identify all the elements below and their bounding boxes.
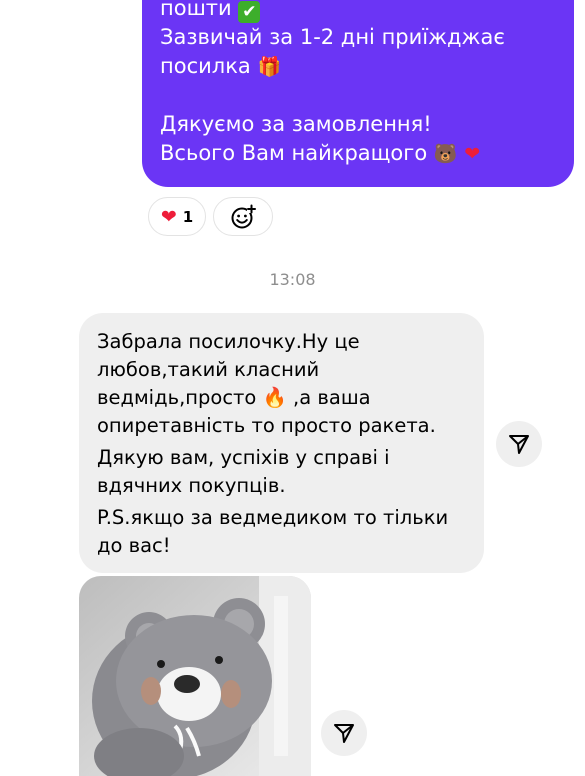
message-line: любов,такий класний bbox=[97, 358, 320, 381]
sent-message-bubble[interactable]: пошти ✔ Зазвичай за 1-2 дні приїжджає по… bbox=[142, 0, 574, 187]
message-timestamp: 13:08 bbox=[269, 270, 316, 289]
heart-reaction[interactable]: ❤ 1 bbox=[148, 197, 206, 236]
add-reaction-button[interactable] bbox=[213, 197, 273, 236]
check-emoji: ✔ bbox=[238, 1, 261, 23]
share-photo-button[interactable] bbox=[321, 710, 367, 756]
bear-emoji: 🐻 bbox=[433, 143, 458, 165]
message-line: опиретавність то просто ракета. bbox=[97, 414, 436, 437]
sent-line: Всього Вам найкращого bbox=[160, 141, 428, 165]
add-reaction-icon bbox=[231, 204, 256, 228]
message-line: P.S.якщо за ведмедиком то тільки bbox=[97, 506, 449, 529]
teddy-bear-image bbox=[79, 576, 311, 776]
share-icon bbox=[334, 724, 354, 743]
sent-line: Дякуємо за замовлення! bbox=[160, 112, 432, 136]
reaction-count: 1 bbox=[182, 207, 194, 226]
message-line: до вас! bbox=[97, 534, 171, 557]
share-message-button[interactable] bbox=[496, 421, 542, 467]
message-line: Забрала посилочку.Ну це bbox=[97, 330, 360, 353]
gift-emoji: 🎁 bbox=[257, 56, 282, 78]
teddy-bear-photo[interactable] bbox=[79, 576, 311, 776]
message-line: ,а ваша bbox=[293, 386, 371, 409]
heart-emoji: ❤ bbox=[464, 143, 481, 165]
message-line: вдячних покупців. bbox=[97, 474, 286, 497]
message-paragraph: Забрала посилочку.Ну це любов,такий клас… bbox=[97, 328, 466, 440]
fire-emoji: 🔥 bbox=[262, 386, 287, 409]
message-line: Дякую вам, успіхів у справі і bbox=[97, 446, 390, 469]
received-message-bubble[interactable]: Забрала посилочку.Ну це любов,такий клас… bbox=[79, 313, 484, 573]
message-paragraph: P.S.якщо за ведмедиком то тільки до вас! bbox=[97, 504, 466, 560]
sent-line: посилка bbox=[160, 54, 251, 78]
share-icon bbox=[509, 435, 529, 454]
message-line: ведмідь,просто bbox=[97, 386, 257, 409]
sent-line: Зазвичай за 1-2 дні приїжджає bbox=[160, 25, 505, 49]
message-paragraph: Дякую вам, успіхів у справі і вдячних по… bbox=[97, 444, 466, 500]
sent-line: пошти bbox=[160, 0, 232, 20]
heart-emoji: ❤ bbox=[160, 205, 177, 228]
